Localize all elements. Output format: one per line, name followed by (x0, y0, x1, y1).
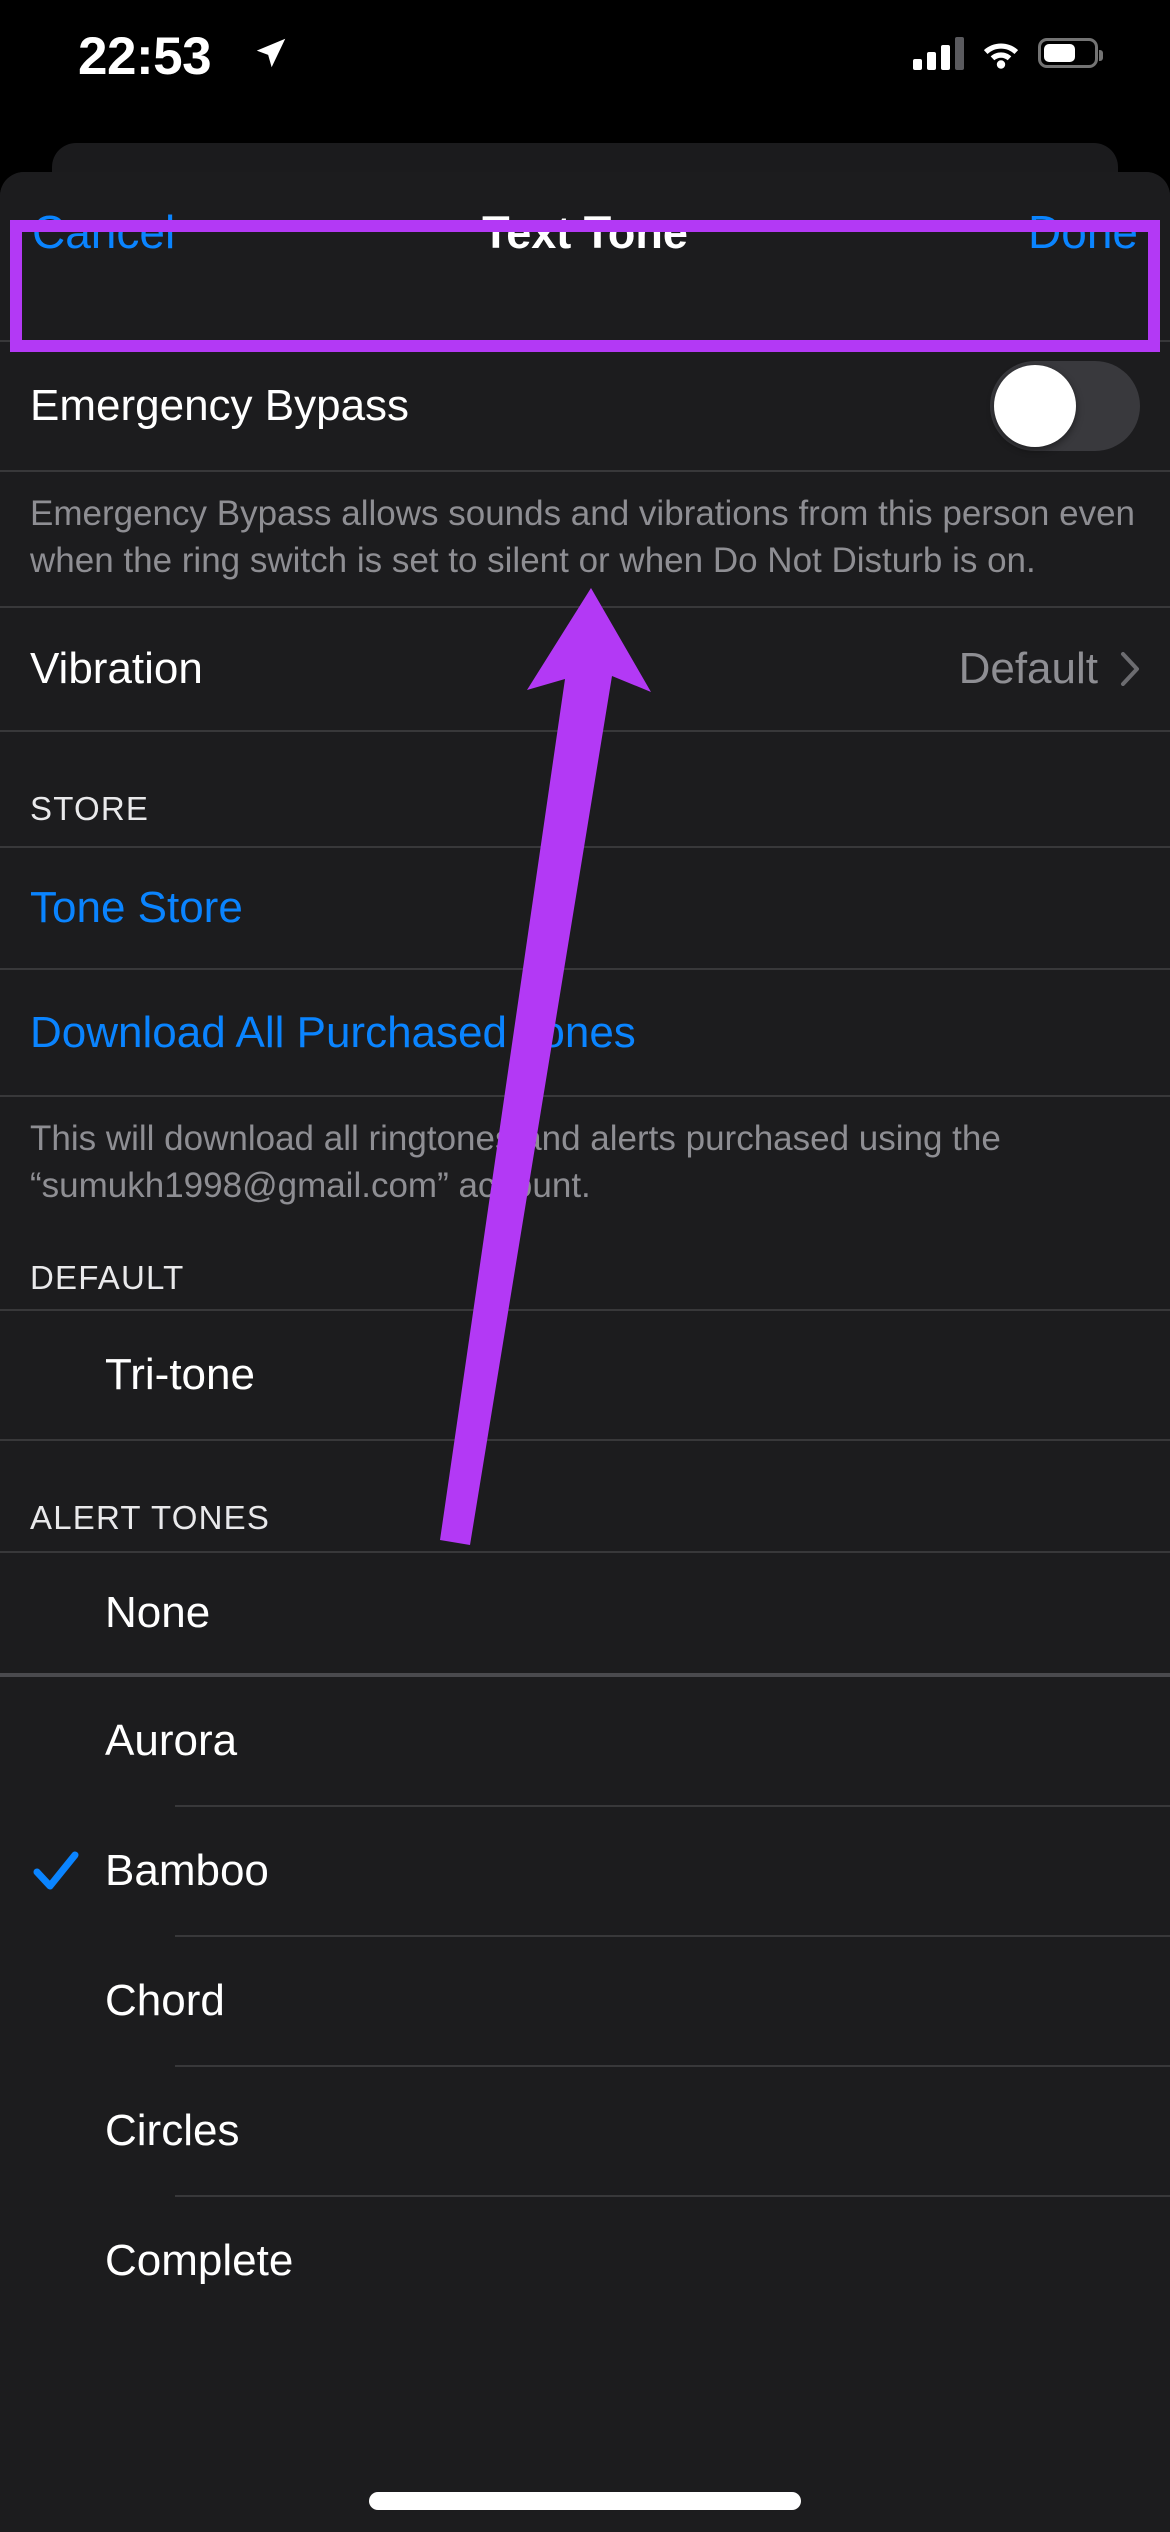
tone-name: Aurora (105, 1716, 238, 1765)
vibration-value: Default (958, 644, 1098, 693)
download-all-purchased-tones-row[interactable]: Download All Purchased Tones (0, 970, 1170, 1095)
tone-name: Circles (105, 2106, 240, 2155)
vibration-label: Vibration (30, 644, 203, 693)
spacer-above-emergency-bypass (0, 292, 1170, 340)
emergency-bypass-description: Emergency Bypass allows sounds and vibra… (0, 472, 1170, 606)
tone-store-label: Tone Store (30, 883, 243, 932)
page-title: Text Tone (482, 207, 688, 258)
tone-name: None (105, 1588, 211, 1637)
tone-row[interactable]: None (0, 1553, 1170, 1673)
tone-name: Bamboo (105, 1846, 269, 1895)
download-all-description: This will download all ringtones and ale… (0, 1097, 1170, 1231)
alert-tones-section-header: ALERT TONES (0, 1441, 1170, 1551)
tone-row[interactable]: Tri-tone (0, 1311, 1170, 1439)
status-bar-indicators (913, 36, 1103, 70)
vibration-row[interactable]: Vibration Default (0, 608, 1170, 730)
location-arrow-icon (256, 38, 286, 68)
tone-row[interactable]: Aurora (0, 1677, 1170, 1805)
iphone-screen: 22:53 Cancel Text Tone Done Emergency By… (0, 0, 1170, 2532)
wifi-icon (983, 43, 1019, 69)
default-section-header: DEFAULT (0, 1231, 1170, 1309)
emergency-bypass-toggle[interactable] (990, 361, 1140, 451)
cellular-signal-icon (913, 36, 964, 70)
tone-row[interactable]: Chord (0, 1937, 1170, 2065)
chevron-right-icon (1121, 652, 1139, 686)
navigation-bar: Cancel Text Tone Done (0, 172, 1170, 292)
store-section-header: STORE (0, 732, 1170, 846)
emergency-bypass-row[interactable]: Emergency Bypass (0, 342, 1170, 470)
done-button[interactable]: Done (1028, 204, 1138, 260)
status-bar-time: 22:53 (78, 27, 212, 86)
home-indicator (369, 2492, 801, 2510)
checkmark-icon (33, 1851, 79, 1890)
toggle-knob (994, 365, 1076, 447)
tone-name: Complete (105, 2236, 294, 2285)
tone-row[interactable]: Complete (0, 2197, 1170, 2325)
status-bar: 22:53 (0, 0, 1170, 112)
text-tone-sheet: Cancel Text Tone Done Emergency Bypass E… (0, 172, 1170, 2532)
tone-name: Chord (105, 1976, 225, 2025)
tone-name: Tri-tone (105, 1350, 255, 1399)
tone-store-row[interactable]: Tone Store (0, 848, 1170, 968)
download-all-purchased-tones-label: Download All Purchased Tones (30, 1007, 636, 1057)
battery-icon (1038, 38, 1103, 68)
tone-row[interactable]: Circles (0, 2067, 1170, 2195)
tone-row[interactable]: Bamboo (0, 1807, 1170, 1935)
emergency-bypass-label: Emergency Bypass (30, 381, 410, 430)
